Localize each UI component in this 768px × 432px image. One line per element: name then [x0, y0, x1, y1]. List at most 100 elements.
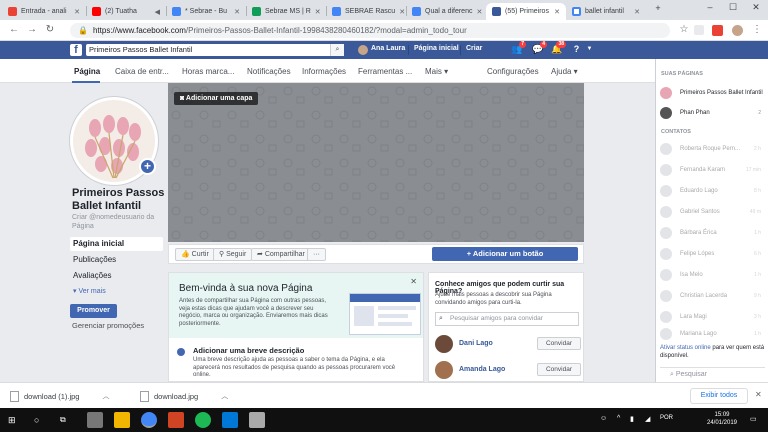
create-link[interactable]: Criar — [466, 45, 482, 52]
browser-tab[interactable]: SEBRAE Rascu ✕ — [326, 3, 406, 20]
sidebar-item-posts[interactable]: Publicações — [70, 253, 163, 267]
chrome-icon[interactable] — [141, 412, 157, 428]
language-indicator[interactable]: POR — [660, 415, 673, 421]
friend-name[interactable]: Dani Lago — [459, 340, 493, 347]
follow-button[interactable]: ⚲ Seguir — [213, 248, 253, 261]
add-button-cta[interactable]: + Adicionar um botão — [432, 247, 578, 261]
chat-contact[interactable]: Gabriel Santos 49 m — [660, 205, 765, 219]
facebook-logo-icon[interactable]: f — [70, 44, 82, 56]
tab-info[interactable]: Informações — [302, 67, 346, 76]
invite-button[interactable]: Convidar — [537, 337, 581, 350]
account-menu-icon[interactable]: ▼ — [584, 44, 595, 55]
people-icon[interactable]: ☺ — [600, 415, 607, 422]
notifications-icon[interactable]: 🔔 38 — [551, 41, 566, 55]
mute-tab-icon[interactable]: ◀ — [155, 8, 160, 16]
close-icon[interactable]: ✕ — [410, 277, 417, 286]
close-tab-icon[interactable]: ✕ — [315, 8, 321, 16]
tab-pagina[interactable]: Página — [74, 67, 100, 76]
invite-button[interactable]: Convidar — [537, 363, 581, 376]
friend-requests-icon[interactable]: 👥 7 — [511, 41, 526, 55]
notification-center-icon[interactable]: ▭ — [750, 415, 757, 423]
create-username-link[interactable]: Criar @nomedeusuario da Página — [72, 213, 172, 231]
close-tab-icon[interactable]: ✕ — [554, 8, 560, 16]
close-icon[interactable]: ✕ — [755, 390, 762, 399]
app-icon[interactable] — [249, 412, 265, 428]
avatar[interactable] — [435, 335, 453, 353]
sidebar-item-reviews[interactable]: Avaliações — [70, 269, 163, 283]
show-all-downloads-button[interactable]: Exibir todos — [690, 388, 748, 404]
close-tab-icon[interactable]: ✕ — [476, 8, 482, 16]
avatar[interactable] — [358, 45, 368, 55]
chevron-up-icon[interactable]: ︿ — [102, 391, 109, 401]
tab-tools[interactable]: Ferramentas ... — [358, 67, 412, 76]
chat-page-item[interactable]: Primeiros Passos Ballet Infantil — [660, 86, 765, 100]
spotify-icon[interactable] — [195, 412, 211, 428]
messenger-icon[interactable]: 💬 4 — [532, 41, 547, 55]
browser-tab[interactable]: Entrada - anali ✕ — [2, 3, 86, 20]
chat-contact[interactable]: Christian Lacerda 9 h — [660, 289, 765, 303]
avatar[interactable] — [435, 361, 453, 379]
bookmark-star-icon[interactable]: ☆ — [678, 24, 690, 35]
add-cover-button[interactable]: ◙ Adicionar uma capa — [174, 92, 259, 105]
windows-start-icon[interactable]: ⊞ — [8, 415, 16, 426]
menu-kebab-icon[interactable]: ⋮ — [751, 24, 763, 35]
browser-tab[interactable]: Sebrae MS | R ✕ — [246, 3, 326, 20]
manage-promotions-link[interactable]: Gerenciar promoções — [72, 321, 144, 330]
activate-status-link[interactable]: Ativar status online — [660, 345, 711, 351]
chat-contact[interactable]: Bárbara Érica 1 h — [660, 226, 765, 240]
browser-tab-active[interactable]: (55) Primeiros ✕ — [486, 3, 566, 20]
tab-help[interactable]: Ajuda ▾ — [551, 67, 578, 76]
friend-name[interactable]: Amanda Lago — [459, 366, 505, 373]
download-item[interactable]: download (1).jpg ︿ — [10, 389, 109, 403]
promote-button[interactable]: Promover — [70, 304, 117, 318]
close-tab-icon[interactable]: ✕ — [399, 8, 405, 16]
browser-tab[interactable]: * Sebrae - Bu ✕ — [166, 3, 246, 20]
extension-icon[interactable] — [712, 25, 723, 36]
forward-icon[interactable]: → — [26, 24, 38, 35]
chat-contact[interactable]: Felipe Lópes 6 h — [660, 247, 765, 261]
file-explorer-icon[interactable] — [114, 412, 130, 428]
office-icon[interactable] — [168, 412, 184, 428]
user-profile-link[interactable]: Ana Laura — [371, 45, 405, 52]
chat-page-item[interactable]: Phan Phan 2 — [660, 106, 765, 120]
network-icon[interactable]: ▮ — [630, 415, 634, 423]
browser-tab[interactable]: ballet infantil ✕ — [566, 3, 646, 20]
chevron-up-icon[interactable]: ︿ — [221, 391, 228, 401]
download-item[interactable]: download.jpg ︿ — [140, 389, 228, 403]
chat-contact[interactable]: Isa Melo 1 h — [660, 268, 765, 282]
update-profile-photo-button[interactable]: + — [139, 158, 156, 175]
tab-more[interactable]: Mais ▾ — [425, 67, 448, 76]
close-tab-icon[interactable]: ✕ — [74, 8, 80, 16]
invite-search-input[interactable]: ⌕ Pesquisar amigos para convidar — [435, 312, 579, 326]
settings-app-icon[interactable] — [87, 412, 103, 428]
help-icon[interactable]: ? — [571, 44, 582, 55]
share-button[interactable]: ➦ Compartilhar — [251, 248, 311, 261]
minimize-button[interactable]: – — [702, 2, 718, 12]
edge-icon[interactable] — [222, 412, 238, 428]
more-options-button[interactable]: ··· — [307, 248, 326, 261]
chat-contact[interactable]: Mariana Lago 1 h — [660, 327, 765, 341]
facebook-search-input[interactable]: Primeiros Passos Ballet Infantil — [86, 44, 344, 56]
see-more-link[interactable]: ▾ Ver mais — [73, 287, 106, 295]
browser-tab[interactable]: (2) Tuatha ◀ — [86, 3, 166, 20]
profile-avatar[interactable] — [732, 25, 743, 36]
chat-contact[interactable]: Fernanda Karam 17 min — [660, 163, 765, 177]
close-tab-icon[interactable]: ✕ — [234, 8, 240, 16]
tab-inbox[interactable]: Caixa de entr... — [115, 67, 169, 76]
volume-icon[interactable]: ◢ — [645, 415, 650, 423]
search-icon[interactable]: ⌕ — [330, 44, 344, 56]
tab-notifications[interactable]: Notificações — [247, 67, 291, 76]
like-button[interactable]: 👍 Curtir — [175, 248, 215, 261]
chat-search-input[interactable]: ⌕ Pesquisar — [660, 367, 765, 380]
close-tab-icon[interactable]: ✕ — [634, 8, 640, 16]
new-tab-button[interactable]: + — [650, 3, 666, 13]
tray-chevron-icon[interactable]: ^ — [617, 415, 620, 422]
search-icon[interactable]: ○ — [34, 415, 39, 425]
reload-icon[interactable]: ↻ — [44, 24, 56, 35]
home-link[interactable]: Página inicial — [414, 45, 459, 52]
chat-contact[interactable]: Lara Magi 3 h — [660, 310, 765, 324]
close-window-button[interactable]: ✕ — [748, 2, 764, 13]
extension-icon[interactable] — [694, 25, 704, 35]
back-icon[interactable]: ← — [8, 24, 20, 35]
clock[interactable]: 15:09 24/01/2019 — [702, 411, 742, 427]
